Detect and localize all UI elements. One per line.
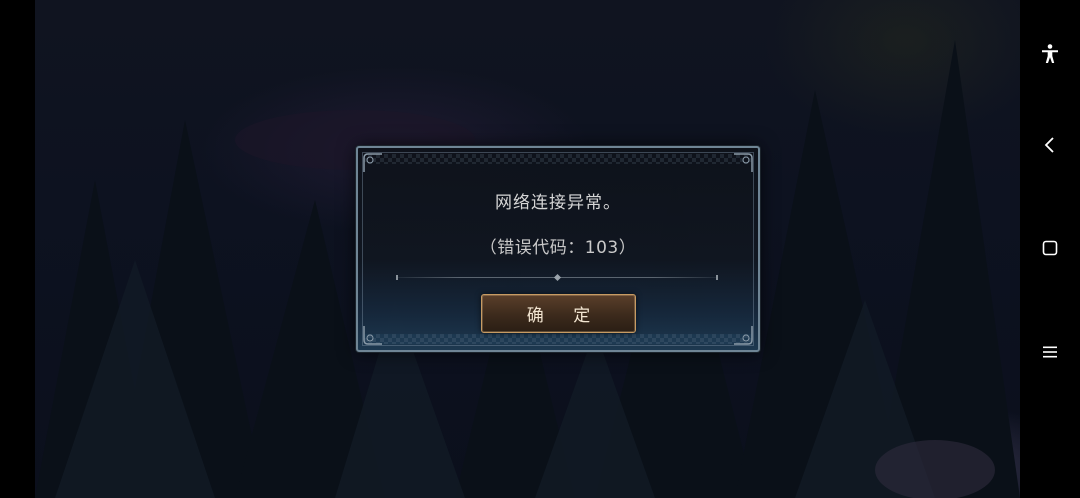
- home-button[interactable]: [1034, 232, 1066, 264]
- recents-menu-button[interactable]: [1034, 336, 1066, 368]
- divider-end-mark: [716, 275, 718, 280]
- corner-ornament-icon: [363, 153, 382, 172]
- accessibility-icon: [1042, 44, 1058, 63]
- home-icon: [1042, 240, 1058, 256]
- corner-ornament-icon: [363, 326, 382, 345]
- accessibility-button[interactable]: [1034, 38, 1066, 70]
- error-message: 网络连接异常。: [495, 193, 621, 213]
- error-code: （错误代码：103）: [479, 238, 637, 258]
- dialog-top-pattern: [364, 154, 752, 164]
- menu-icon: [1043, 346, 1057, 358]
- corner-ornament-icon: [734, 153, 753, 172]
- game-screen: 网络连接异常。 （错误代码：103） 确 定: [0, 0, 1080, 498]
- back-icon: [1044, 137, 1054, 153]
- corner-ornament-icon: [734, 326, 753, 345]
- divider-end-mark: [396, 275, 398, 280]
- error-dialog: 网络连接异常。 （错误代码：103） 确 定: [356, 146, 760, 352]
- confirm-button[interactable]: 确 定: [481, 294, 636, 333]
- dialog-bottom-pattern: [364, 334, 752, 344]
- system-navigation-bar: [1020, 0, 1080, 498]
- left-black-strip: [0, 0, 35, 498]
- back-button[interactable]: [1034, 129, 1066, 161]
